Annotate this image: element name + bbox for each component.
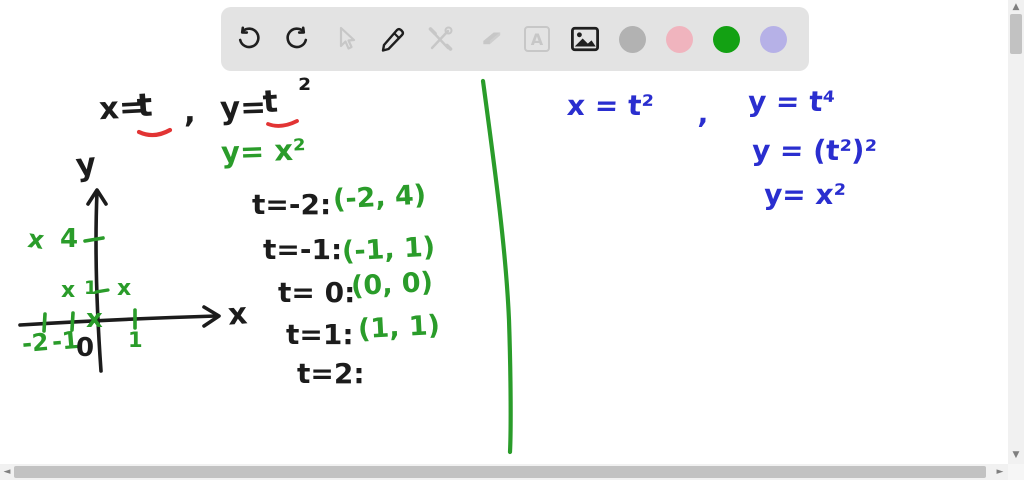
t-row-label: t=1: [286,318,354,351]
whiteboard-app: A x= t , y= t ² y= x² y x 4 1 -2 -1 0 1 … [0,0,1024,480]
scroll-up-button[interactable]: ▲ [1009,0,1023,14]
x-axis-label: x [226,296,249,333]
cursor-icon [339,26,356,50]
image-tool-button[interactable] [571,25,599,53]
tools-icon [428,26,453,51]
blue-step-3: y= x² [763,178,847,211]
y-axis-label: y [74,146,98,184]
eraser-icon [483,32,501,45]
x-tick-label-1: 1 [128,328,143,352]
red-underline-t1 [136,127,173,138]
redo-button[interactable] [283,25,311,53]
eq-derived-green: y= x² [220,132,307,170]
y-tick-label-4: 4 [60,224,79,254]
eraser-tool-button[interactable] [475,25,503,53]
scroll-left-button[interactable]: ◄ [0,465,14,479]
color-swatch-gray[interactable] [619,25,646,53]
eq-param-sup: ² [298,73,312,108]
t-row-point: (1, 1) [357,309,441,346]
text-tool-icon: A [524,26,550,52]
eq-param-t1: t [135,85,154,125]
y-tick-4 [83,236,105,243]
t-row-point: (-2, 4) [332,179,427,216]
pen-tool-button[interactable] [379,25,407,53]
eq-param-t2: t [261,83,280,121]
eq-param-comma: , [184,94,196,130]
y-tick-label-1: 1 [84,277,98,299]
vertical-scrollbar[interactable]: ▲ ▼ [1008,0,1024,464]
divider-stroke [480,78,513,455]
plot-mark-neg1-1: x [61,278,76,303]
t-row-label: t=-2: [252,188,332,221]
redo-icon [286,26,308,49]
plot-mark-1-1: x [117,276,132,301]
undo-icon [238,26,260,49]
pen-icon [381,27,405,52]
undo-button[interactable] [235,25,263,53]
horizontal-scrollbar[interactable]: ◄ ► [0,464,1008,480]
t-row-label: t=-1: [263,233,343,266]
blue-step-2: y = (t²)² [751,134,878,167]
t-row-point: (-1, 1) [341,231,436,268]
blue-eq-x: x = t² [566,89,655,122]
x-tick-label-neg2: -2 [20,327,50,359]
scrollbar-corner [1008,464,1024,480]
scroll-down-button[interactable]: ▼ [1009,448,1023,462]
scroll-right-button[interactable]: ► [993,465,1007,479]
t-row-point: (0, 0) [350,266,434,303]
blue-eq-y: y = t⁴ [747,85,836,118]
toolbar: A [221,7,809,71]
color-swatch-green[interactable] [713,25,740,53]
image-icon [571,26,599,52]
vertical-scrollbar-thumb[interactable] [1010,14,1022,54]
color-swatch-purple[interactable] [760,25,787,53]
x-axis-line [18,314,218,327]
t-row-label: t= 0: [278,276,356,309]
color-swatch-pink[interactable] [666,25,693,53]
y-tick-1 [94,288,110,294]
origin-label: 0 [76,333,95,363]
text-tool-button[interactable]: A [523,25,551,53]
select-tool-button[interactable] [331,25,359,53]
t-row-label: t=2: [297,357,365,390]
horizontal-scrollbar-thumb[interactable] [14,466,986,478]
red-underline-t2 [266,119,299,128]
eq-param-rhs: y= [219,89,267,127]
plot-mark-origin: x [86,304,103,334]
shapes-tool-button[interactable] [427,25,455,53]
blue-comma: , [697,97,710,130]
plot-mark-neg2-4: x [26,224,47,255]
